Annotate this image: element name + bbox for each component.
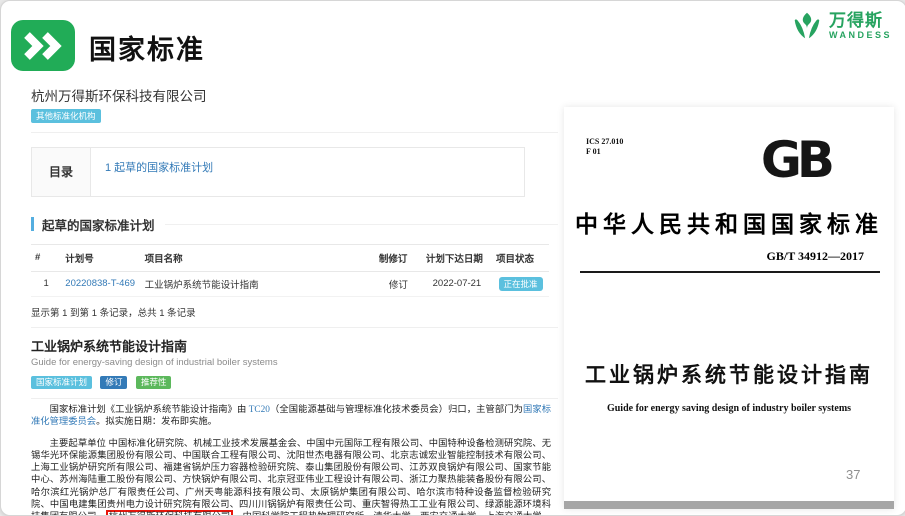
col-index: # xyxy=(31,244,61,271)
toc-label: 目录 xyxy=(32,148,91,196)
col-revision: 制修订 xyxy=(375,244,422,271)
gb-logo: GB xyxy=(761,133,830,187)
double-chevron-icon xyxy=(11,20,75,71)
gb-doc-title: 工业锅炉系统节能设计指南 xyxy=(564,359,894,389)
badge-national-plan: 国家标准计划 xyxy=(31,376,92,390)
status-badge: 正在批准 xyxy=(499,277,543,292)
brand-name-cn: 万得斯 xyxy=(829,12,892,29)
brand-logo: 万得斯 WANDESS xyxy=(790,9,892,43)
chevrons-glyph xyxy=(22,32,64,60)
p1-text-1: 国家标准计划《工业锅炉系统节能设计指南》由 xyxy=(50,405,249,415)
section-title: 起草的国家标准计划 xyxy=(42,215,155,234)
paragraph-plan-info: 国家标准计划《工业锅炉系统节能设计指南》由 TC20（全国能源基础与管理标准化技… xyxy=(31,404,551,428)
cell-revision: 修订 xyxy=(375,271,422,297)
standard-detail: 工业锅炉系统节能设计指南 Guide for energy-saving des… xyxy=(31,336,558,399)
toc-body: 1 起草的国家标准计划 xyxy=(91,148,524,196)
cell-index: 1 xyxy=(31,271,61,297)
section-header: 起草的国家标准计划 xyxy=(31,215,558,234)
tc20-link[interactable]: TC20 xyxy=(249,405,270,415)
cell-name: 工业锅炉系统节能设计指南 xyxy=(141,271,375,297)
brand-name-en: WANDESS xyxy=(829,31,892,40)
p1-text-3: 。拟实施日期：发布即实施。 xyxy=(96,417,217,427)
cell-date: 2022-07-21 xyxy=(422,271,492,297)
standard-title: 工业锅炉系统节能设计指南 xyxy=(31,336,558,355)
standard-badges: 国家标准计划 修订 推荐性 xyxy=(31,372,558,399)
gb-standard-cover: ICS 27.010 F 01 GB 中华人民共和国国家标准 GB/T 3491… xyxy=(564,107,894,509)
table-record-summary: 显示第 1 到第 1 条记录，总共 1 条记录 xyxy=(31,305,558,328)
paragraph-drafting-units: 主要起草单位 中国标准化研究院、机械工业技术发展基金会、中国中元国际工程有限公司… xyxy=(31,438,551,516)
ics-line: ICS 27.010 xyxy=(586,137,623,147)
page-title: 国家标准 xyxy=(89,28,205,67)
p2-text-1: 主要起草单位 中国标准化研究院、机械工业技术发展基金会、中国中元国际工程有限公司… xyxy=(31,439,551,516)
gb-heading: 中华人民共和国国家标准 xyxy=(564,205,894,239)
table-header-row: # 计划号 项目名称 制修订 计划下达日期 项目状态 xyxy=(31,244,549,271)
col-date: 计划下达日期 xyxy=(422,244,492,271)
col-name: 项目名称 xyxy=(141,244,375,271)
highlighted-company: 杭州万得斯环保科技有限公司 xyxy=(106,510,234,516)
col-plan-no: 计划号 xyxy=(61,244,140,271)
badge-recommended: 推荐性 xyxy=(136,376,172,390)
plan-number-link[interactable]: 20220838-T-469 xyxy=(65,278,135,289)
f-line: F 01 xyxy=(586,147,623,157)
toc-box: 目录 1 起草的国家标准计划 xyxy=(31,147,525,197)
col-status: 项目状态 xyxy=(492,244,549,271)
org-type-badge: 其他标准化机构 xyxy=(31,109,101,123)
brand-text: 万得斯 WANDESS xyxy=(829,12,892,40)
ics-code: ICS 27.010 F 01 xyxy=(586,137,623,157)
p1-text-2: （全国能源基础与管理标准化技术委员会）归口，主管部门为 xyxy=(270,405,523,415)
slide: 国家标准 万得斯 WANDESS 杭州万得斯环保科技有限公司 其他标准化机构 目… xyxy=(0,0,905,516)
toc-link-drafted-plans[interactable]: 1 起草的国家标准计划 xyxy=(105,162,213,174)
badge-revision: 修订 xyxy=(100,376,127,390)
document-bottom-edge xyxy=(564,501,894,509)
section-accent-bar xyxy=(31,217,34,231)
plans-table: # 计划号 项目名称 制修订 计划下达日期 项目状态 1 20220838-T-… xyxy=(31,244,549,298)
cell-status: 正在批准 xyxy=(492,271,549,297)
standards-page-capture: 杭州万得斯环保科技有限公司 其他标准化机构 目录 1 起草的国家标准计划 起草的… xyxy=(31,85,558,516)
gb-doc-title-en: Guide for energy saving design of indust… xyxy=(564,403,894,414)
gb-rule xyxy=(580,271,880,273)
slide-page-number: 37 xyxy=(846,467,860,482)
org-profile: 杭州万得斯环保科技有限公司 其他标准化机构 xyxy=(31,85,558,133)
company-name: 杭州万得斯环保科技有限公司 xyxy=(31,85,558,105)
section-rule xyxy=(165,224,558,225)
cell-plan-no: 20220838-T-469 xyxy=(61,271,140,297)
table-row: 1 20220838-T-469 工业锅炉系统节能设计指南 修订 2022-07… xyxy=(31,271,549,297)
gb-code: GB/T 34912—2017 xyxy=(767,249,864,264)
standard-title-en: Guide for energy-saving design of indust… xyxy=(31,357,558,368)
wandess-leaf-icon xyxy=(790,9,824,43)
